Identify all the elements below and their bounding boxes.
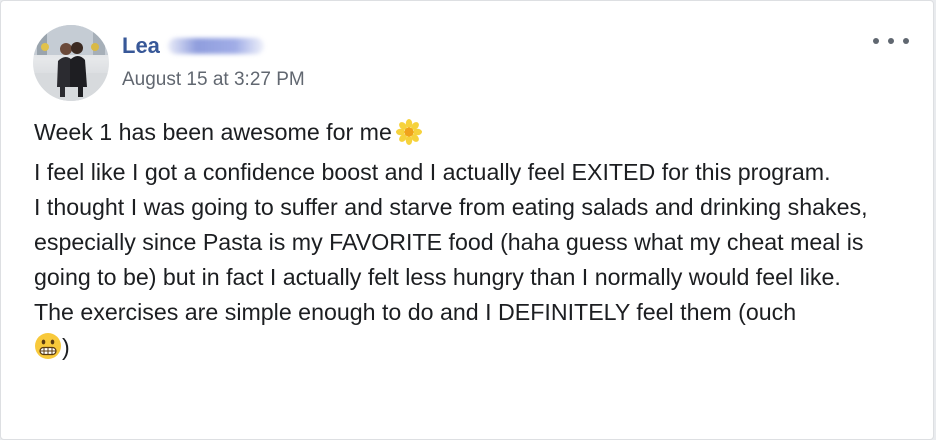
post-line: I feel like I got a confidence boost and… (34, 159, 831, 185)
redacted-surname (167, 38, 264, 54)
more-dot-icon (903, 38, 909, 44)
post-line: Week 1 has been awesome for me (34, 115, 914, 155)
post-card: Lea August 15 at 3:27 PM Week 1 has been… (0, 0, 934, 440)
avatar[interactable] (33, 25, 109, 101)
post-line: The exercises are simple enough to do an… (34, 295, 914, 370)
more-dot-icon (888, 38, 894, 44)
more-dot-icon (873, 38, 879, 44)
more-options-button[interactable] (873, 31, 909, 51)
post-line-text: ) (62, 334, 70, 360)
grimacing-face-emoji (34, 332, 62, 370)
blossom-emoji (395, 119, 422, 155)
post-timestamp[interactable]: August 15 at 3:27 PM (122, 69, 305, 91)
post-line-text: The exercises are simple enough to do an… (34, 299, 797, 325)
post-line-text: Week 1 has been awesome for me (34, 119, 392, 145)
post-text: Week 1 has been awesome for me I feel li… (34, 115, 914, 370)
author-name[interactable]: Lea (122, 33, 264, 59)
post-line: I thought I was going to suffer and star… (34, 194, 868, 290)
author-name-text[interactable]: Lea (122, 33, 160, 59)
